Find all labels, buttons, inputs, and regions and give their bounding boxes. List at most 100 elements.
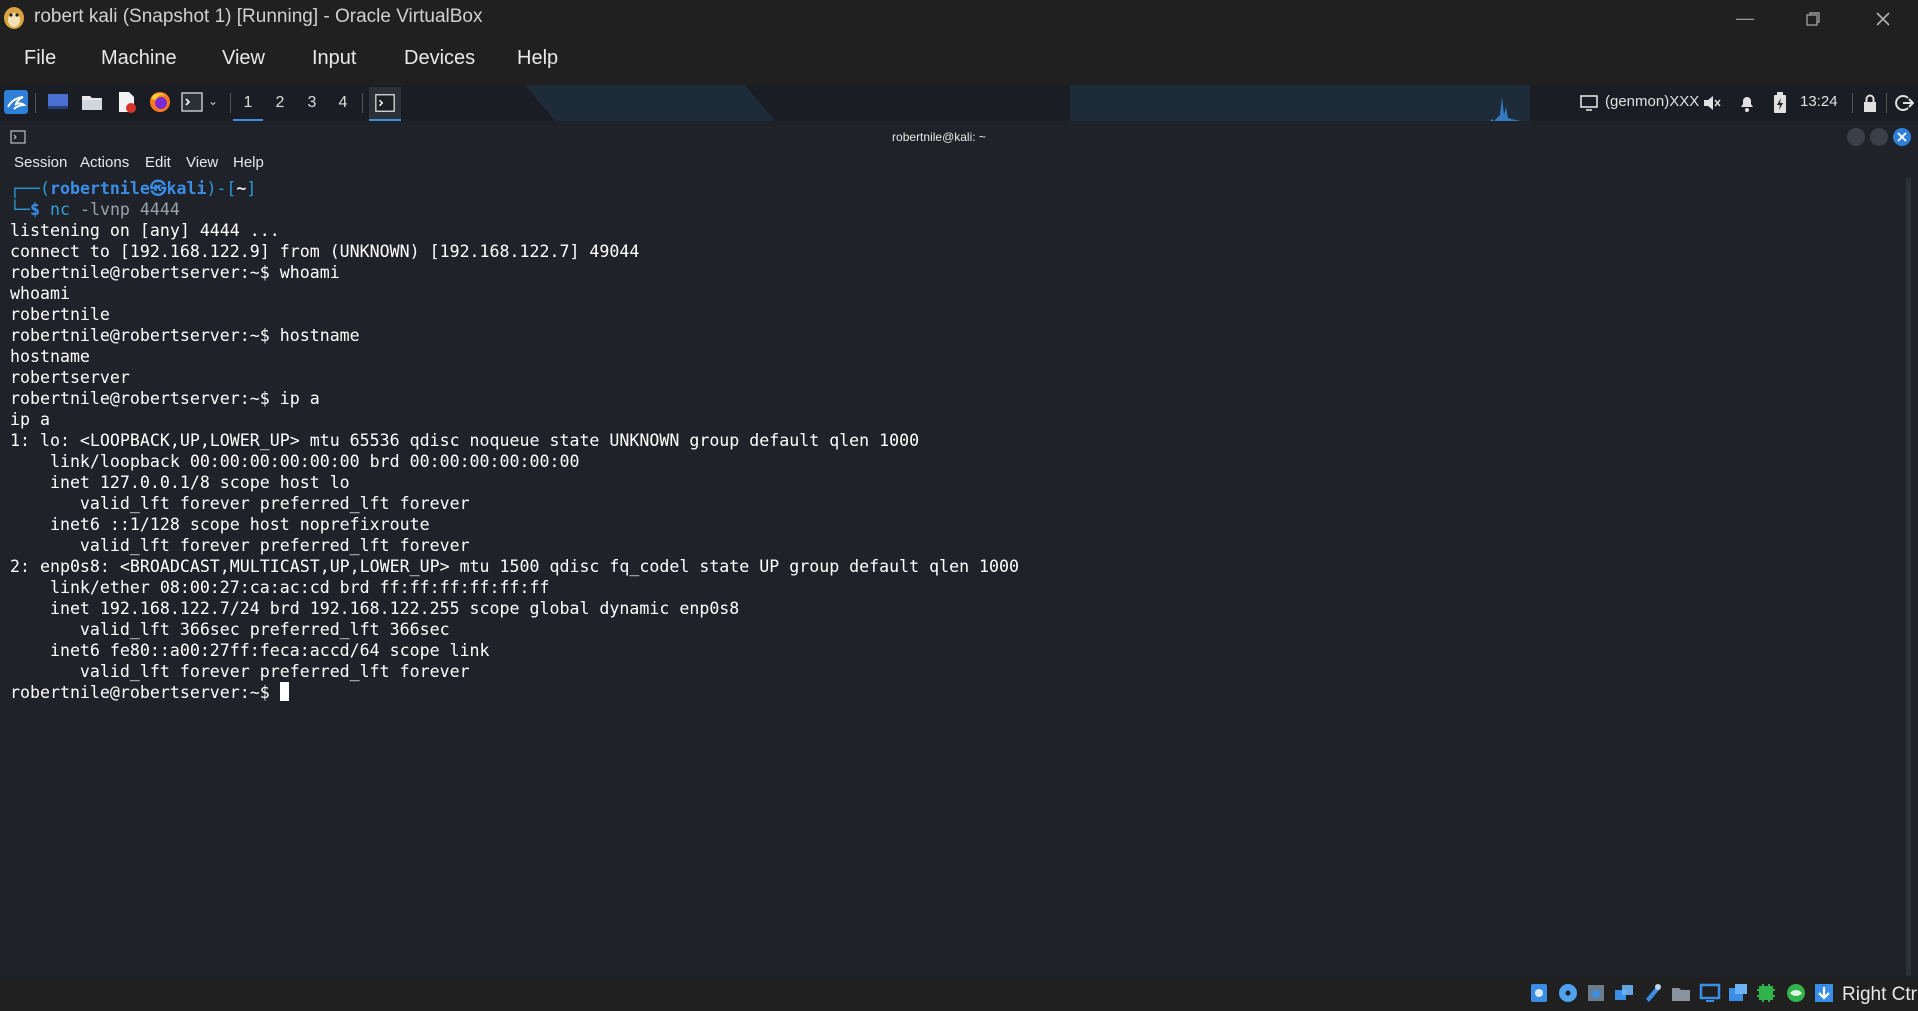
restore-icon (1806, 11, 1820, 26)
terminal-line: inet 192.168.122.7/24 brd 192.168.122.25… (10, 599, 740, 618)
terminal-line: inet6 fe80::a00:27ff:feca:accd/64 scope … (10, 641, 490, 660)
genmon-label: (genmon)XXX (1605, 93, 1700, 110)
taskbar-terminal-window[interactable] (369, 87, 401, 121)
menu-machine[interactable]: Machine (101, 47, 177, 70)
menu-devices[interactable]: Devices (404, 47, 475, 70)
menu-file[interactable]: File (24, 47, 56, 70)
close-button[interactable] (1848, 0, 1918, 37)
terminal-output[interactable]: ┌──(robertnile㉿kali)-[~] └─$ nc -lvnp 44… (10, 178, 1890, 978)
prompt-frame: )-[ (206, 179, 237, 198)
terminal-menu-view[interactable]: View (186, 154, 218, 171)
folder-icon (82, 96, 102, 110)
terminal-menu-edit[interactable]: Edit (145, 154, 171, 171)
workspace-3[interactable]: 3 (297, 87, 327, 119)
guest-additions-icon[interactable] (1785, 982, 1807, 1004)
close-icon (1897, 132, 1907, 142)
terminal-line: link/loopback 00:00:00:00:00:00 brd 00:0… (10, 452, 580, 471)
notification-bell-icon[interactable] (1738, 93, 1756, 113)
terminal-icon (375, 94, 395, 112)
shared-folders-icon[interactable] (1670, 982, 1692, 1004)
terminal-line: listening on [any] 4444 ... (10, 221, 280, 240)
host-key-label: Right Ctrl (1842, 984, 1918, 1005)
vbox-menubar: File Machine View Input Devices Help (0, 37, 1918, 86)
show-desktop-button[interactable] (46, 90, 70, 114)
terminal-icon (181, 92, 203, 112)
hard-disk-icon[interactable] (1528, 982, 1550, 1004)
current-prompt-line[interactable]: robertnile@robertserver:~$ (10, 682, 1890, 703)
terminal-menu-session[interactable]: Session (14, 154, 67, 171)
network-icon[interactable] (1613, 982, 1635, 1004)
terminal-maximize-button[interactable] (1870, 128, 1888, 146)
prompt-frame: ] (246, 179, 257, 198)
logout-icon[interactable] (1894, 93, 1914, 113)
terminal-line: whoami (10, 284, 70, 303)
menu-input[interactable]: Input (312, 47, 356, 70)
terminal-line: robertserver (10, 368, 130, 387)
terminal-minimize-button[interactable] (1847, 128, 1865, 146)
terminal-scrollbar[interactable] (1906, 178, 1911, 976)
panel-separator (362, 93, 363, 113)
display-icon (1580, 95, 1598, 111)
text-editor-launcher[interactable] (114, 90, 138, 114)
restore-button[interactable] (1778, 0, 1848, 37)
terminal-line: valid_lft 366sec preferred_lft 366sec (10, 620, 450, 639)
terminal-line: inet 127.0.0.1/8 scope host lo (10, 473, 350, 492)
prompt-dir: ~ (236, 179, 247, 198)
text-cursor (279, 682, 289, 701)
optical-drive-icon[interactable] (1557, 982, 1579, 1004)
terminal-output-lines: listening on [any] 4444 ... connect to [1… (10, 220, 1890, 682)
terminal-menu-actions[interactable]: Actions (80, 154, 129, 171)
panel-clock[interactable]: 13:24 (1800, 93, 1838, 110)
panel-wallpaper-graph (1430, 97, 1570, 121)
battery-charging-icon[interactable] (1772, 92, 1788, 114)
panel-separator (35, 93, 36, 113)
panel-separator (1886, 93, 1887, 113)
terminal-line: robertnile@robertserver:~$ hostname (10, 326, 360, 345)
prompt-frame: └─ (10, 200, 30, 219)
lock-screen-icon[interactable] (1862, 93, 1878, 113)
desktop-icon (48, 94, 68, 109)
terminal-close-button[interactable] (1893, 128, 1911, 146)
terminal-launcher[interactable] (180, 90, 204, 114)
vbox-titlebar: robert kali (Snapshot 1) [Running] - Ora… (0, 0, 1918, 37)
volume-muted-icon[interactable] (1702, 94, 1722, 112)
display-settings-icon[interactable] (1699, 982, 1721, 1004)
panel-separator (1852, 93, 1853, 113)
terminal-title: robertnile@kali: ~ (892, 130, 986, 144)
firefox-icon (150, 92, 170, 112)
cpu-activity-icon[interactable] (1755, 982, 1777, 1004)
workspace-2[interactable]: 2 (265, 87, 295, 119)
kali-dragon-icon (7, 96, 27, 110)
firefox-launcher[interactable] (148, 90, 172, 114)
chevron-down-icon: ⌄ (208, 94, 219, 108)
workspace-1[interactable]: 1 (233, 87, 263, 121)
file-manager-launcher[interactable] (80, 90, 104, 114)
kali-menu-button[interactable] (4, 90, 28, 114)
video-capture-icon[interactable] (1727, 982, 1749, 1004)
prompt-line-1: ┌──(robertnile㉿kali)-[~] (10, 178, 1890, 199)
terminal-line: link/ether 08:00:27:ca:ac:cd brd ff:ff:f… (10, 578, 550, 597)
terminal-line: robertnile (10, 305, 110, 324)
panel-wallpaper-shape (524, 85, 776, 121)
minimize-button[interactable]: — (1710, 0, 1780, 37)
vm-os-icon (4, 7, 24, 29)
prompt-line-2: └─$ nc -lvnp 4444 (10, 199, 1890, 220)
panel-separator (230, 93, 231, 113)
close-icon (1876, 11, 1890, 26)
menu-help[interactable]: Help (517, 47, 558, 70)
mouse-integration-icon[interactable] (1813, 982, 1835, 1004)
terminal-line: robertnile@robertserver:~$ whoami (10, 263, 340, 282)
menu-view[interactable]: View (222, 47, 265, 70)
prompt-at: ㉿ (149, 179, 167, 198)
terminal-line: connect to [192.168.122.9] from (UNKNOWN… (10, 242, 640, 261)
terminal-line: 1: lo: <LOOPBACK,UP,LOWER_UP> mtu 65536 … (10, 431, 920, 450)
prompt-user: robertnile (49, 179, 150, 198)
vbox-statusbar: Right Ctrl (0, 978, 1918, 1011)
usb-icon[interactable] (1641, 982, 1663, 1004)
prompt-host: kali (166, 179, 207, 198)
audio-icon[interactable] (1585, 982, 1607, 1004)
workspace-4[interactable]: 4 (328, 87, 358, 119)
terminal-line: inet6 ::1/128 scope host noprefixroute (10, 515, 430, 534)
terminal-menu-help[interactable]: Help (233, 154, 264, 171)
terminal-launcher-dropdown[interactable]: ⌄ (208, 94, 218, 108)
